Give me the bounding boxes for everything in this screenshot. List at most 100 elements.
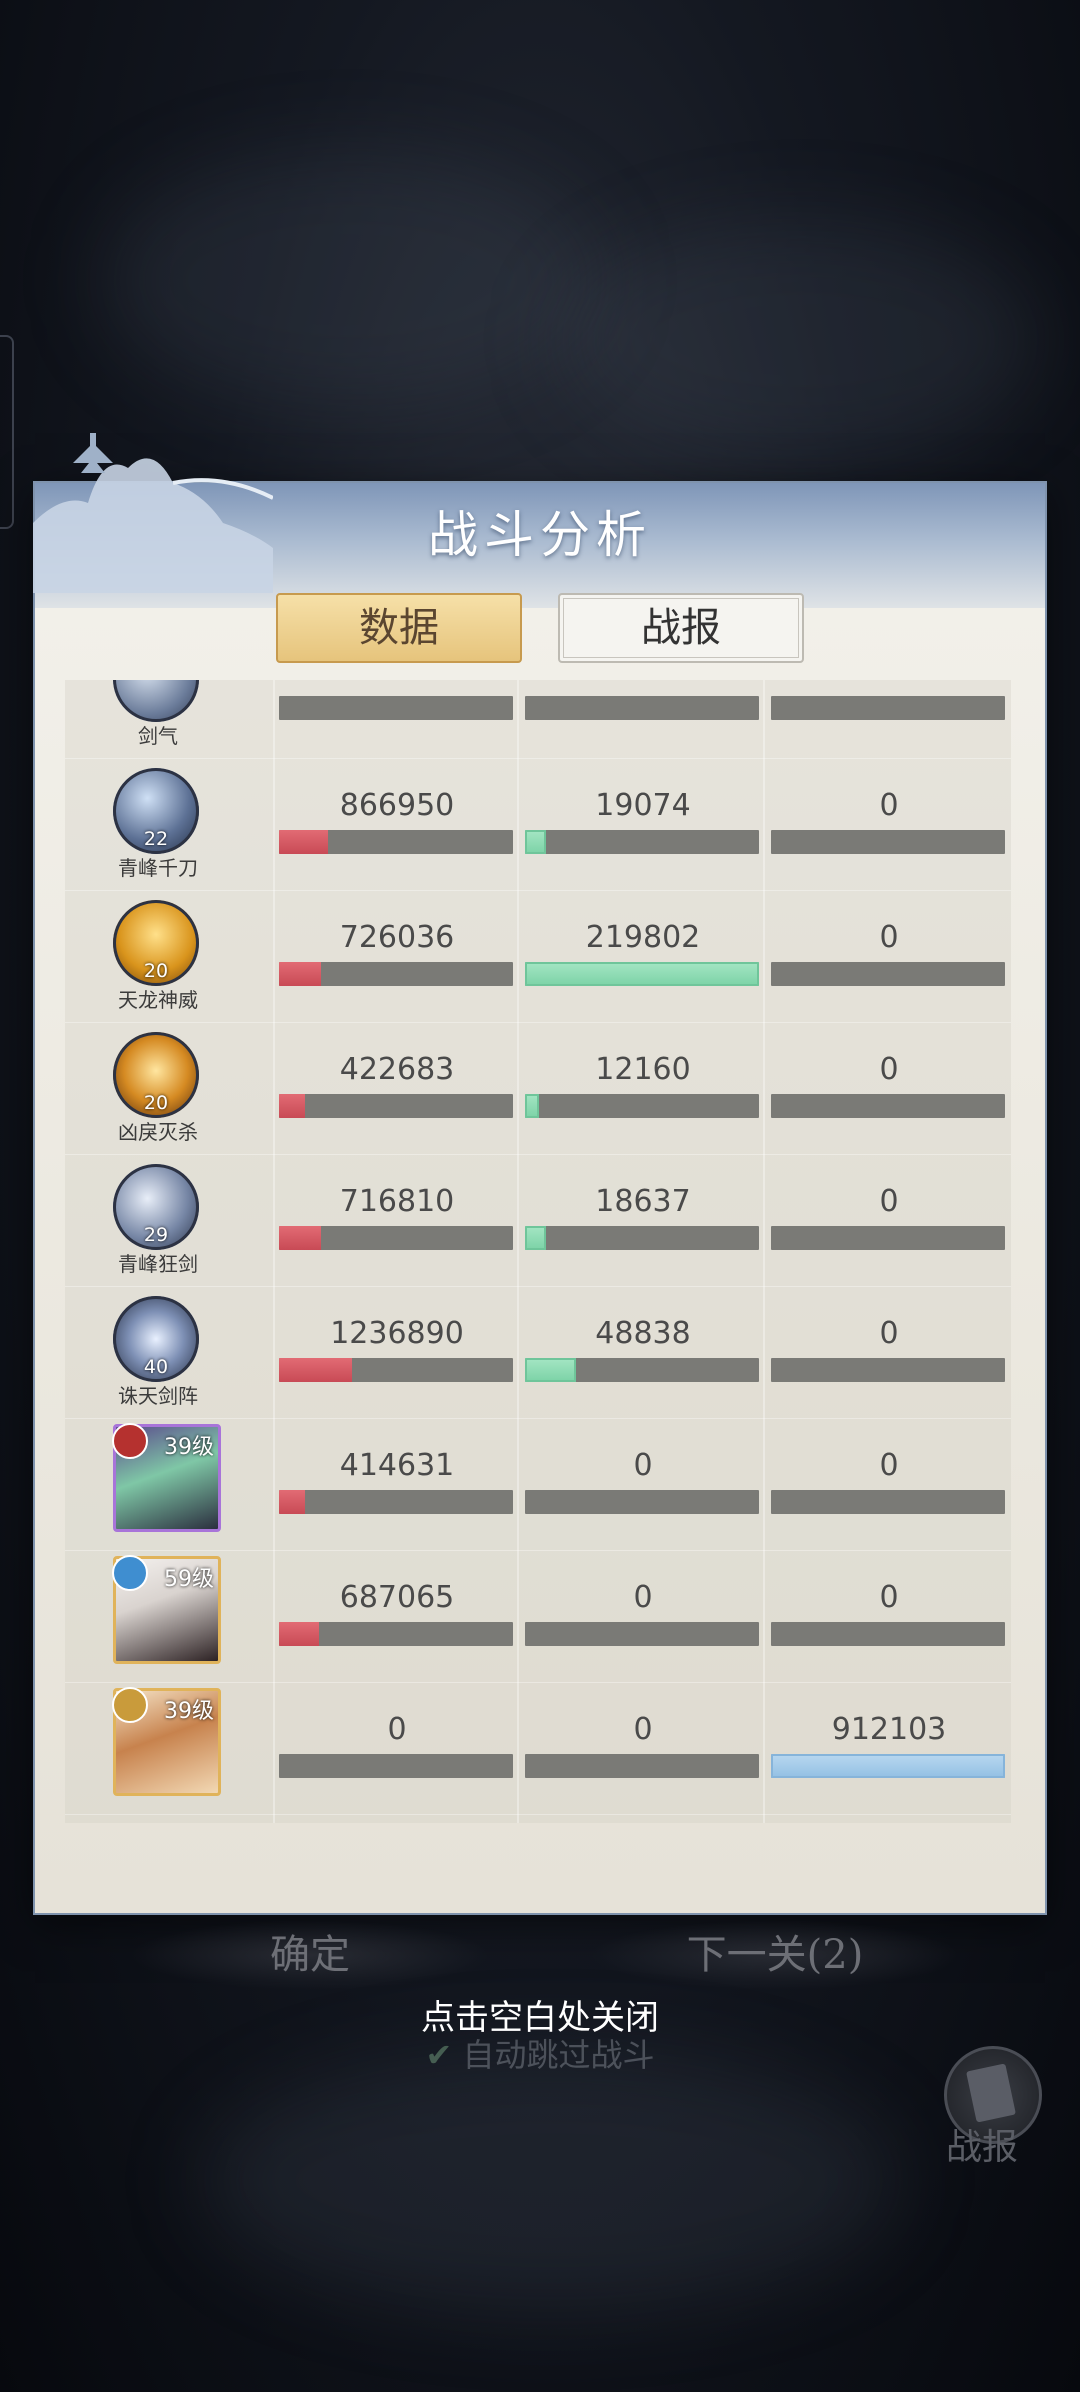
heal-bar-fill <box>525 830 547 854</box>
shield-value: 0 <box>879 1580 899 1615</box>
shield-cell: 0 <box>771 1286 1007 1418</box>
table-row: 29 青峰狂剑 716810 18637 0 <box>65 1154 1011 1287</box>
shield-bar <box>771 1094 1005 1118</box>
shield-cell: 0 <box>771 1154 1007 1286</box>
heal-cell: 48838 <box>525 1286 761 1418</box>
shield-value: 912103 <box>831 1712 947 1747</box>
stats-table[interactable]: 剑气 22 青峰千刀 866950 19074 0 20 天龙神威 726036… <box>65 680 1011 1823</box>
page-title: 战斗分析 <box>428 506 652 564</box>
damage-bar <box>279 1358 513 1382</box>
tab-report[interactable]: 战报 <box>558 593 804 663</box>
table-row: 22 青峰千刀 866950 19074 0 <box>65 758 1011 891</box>
heal-value: 12160 <box>595 1052 691 1087</box>
hero-class-icon <box>112 1423 148 1459</box>
hero-class-icon <box>112 1687 148 1723</box>
sword-qi-icon <box>113 680 199 722</box>
swirl-blade-icon[interactable]: 22 <box>113 768 199 854</box>
damage-value: 1236890 <box>330 1316 464 1351</box>
heal-bar-fill <box>525 1358 577 1382</box>
damage-cell: 687065 <box>279 1550 515 1682</box>
white-hair-hero-portrait[interactable]: 59级 <box>112 1555 221 1664</box>
damage-bar <box>279 1490 513 1514</box>
skill-name: 剑气 <box>138 724 178 748</box>
shield-bar <box>771 1754 1005 1778</box>
shield-cell: 0 <box>771 758 1007 890</box>
skill-name: 诛天剑阵 <box>118 1384 198 1408</box>
heal-value: 19074 <box>595 788 691 823</box>
battle-report-label[interactable]: 战报 <box>946 2118 1018 2170</box>
green-hair-hero-portrait[interactable]: 39级 <box>112 1423 221 1532</box>
confirm-button[interactable]: 确定 <box>130 1920 490 1990</box>
heal-bar <box>525 1358 759 1382</box>
heal-value: 219802 <box>585 920 701 955</box>
damage-value: 866950 <box>339 788 455 823</box>
damage-cell: 866950 <box>279 758 515 890</box>
shield-bar <box>771 696 1005 720</box>
skill-level: 20 <box>143 1092 169 1114</box>
heal-value: 0 <box>633 1580 653 1615</box>
table-row: 39级 0 0 912103 <box>65 1682 1011 1815</box>
damage-bar <box>279 962 513 986</box>
skill-level: 20 <box>143 960 169 982</box>
heal-cell: 12160 <box>525 1022 761 1154</box>
damage-bar-fill <box>279 830 329 854</box>
damage-value: 414631 <box>339 1448 455 1483</box>
damage-cell: 716810 <box>279 1154 515 1286</box>
damage-value: 726036 <box>339 920 455 955</box>
shield-value: 0 <box>879 1184 899 1219</box>
shield-bar <box>771 962 1005 986</box>
heal-cell: 0 <box>525 1418 761 1550</box>
damage-bar <box>279 830 513 854</box>
damage-cell: 414631 <box>279 1418 515 1550</box>
damage-cell: 422683 <box>279 1022 515 1154</box>
shield-bar <box>771 1226 1005 1250</box>
shield-value: 0 <box>879 788 899 823</box>
next-stage-button[interactable]: 下一关(2) <box>590 1920 960 1990</box>
heal-cell: 219802 <box>525 890 761 1022</box>
skill-name: 天龙神威 <box>118 988 198 1012</box>
damage-value: 0 <box>387 1712 407 1747</box>
heal-bar-fill <box>525 1226 547 1250</box>
sword-array-icon[interactable]: 40 <box>113 1296 199 1382</box>
heal-cell: 0 <box>525 1550 761 1682</box>
shield-cell: 0 <box>771 1418 1007 1550</box>
damage-value: 687065 <box>339 1580 455 1615</box>
shield-bar <box>771 1358 1005 1382</box>
sword-strike-icon[interactable]: 29 <box>113 1164 199 1250</box>
heal-bar <box>525 830 759 854</box>
golden-dragon-icon[interactable]: 20 <box>113 900 199 986</box>
shield-bar-fill <box>771 1754 1005 1778</box>
damage-cell: 1236890 <box>279 1286 515 1418</box>
auto-skip-label: 自动跳过战斗 <box>462 2036 655 2074</box>
damage-bar-fill <box>279 962 322 986</box>
damage-bar <box>279 696 513 720</box>
table-row: 59级 687065 0 0 <box>65 1550 1011 1683</box>
heal-cell: 18637 <box>525 1154 761 1286</box>
hero-level: 59级 <box>164 1567 214 1592</box>
skill-level: 29 <box>143 1224 169 1246</box>
damage-bar-fill <box>279 1490 305 1514</box>
tab-data[interactable]: 数据 <box>276 593 522 663</box>
damage-bar-fill <box>279 1358 352 1382</box>
heal-bar <box>525 1094 759 1118</box>
table-row-partial: 剑气 <box>65 680 1011 759</box>
damage-bar <box>279 1622 513 1646</box>
heal-bar <box>525 1226 759 1250</box>
battle-analysis-panel: 战斗分析 数据 战报 剑气 22 青峰千刀 866950 19074 0 20 … <box>33 433 1045 1913</box>
shield-cell: 0 <box>771 1022 1007 1154</box>
heal-bar <box>525 1490 759 1514</box>
flame-sigil-icon[interactable]: 20 <box>113 1032 199 1118</box>
hero-class-icon <box>112 1555 148 1591</box>
damage-value: 716810 <box>339 1184 455 1219</box>
brown-hair-hero-portrait[interactable]: 39级 <box>112 1687 221 1796</box>
table-row: 20 天龙神威 726036 219802 0 <box>65 890 1011 1023</box>
shield-cell: 0 <box>771 1550 1007 1682</box>
shield-value: 0 <box>879 1448 899 1483</box>
damage-bar-fill <box>279 1622 319 1646</box>
heal-value: 18637 <box>595 1184 691 1219</box>
shield-value: 0 <box>879 1052 899 1087</box>
shield-bar <box>771 1490 1005 1514</box>
shield-cell: 0 <box>771 890 1007 1022</box>
skill-name: 青峰千刀 <box>118 856 198 880</box>
heal-value: 0 <box>633 1712 653 1747</box>
